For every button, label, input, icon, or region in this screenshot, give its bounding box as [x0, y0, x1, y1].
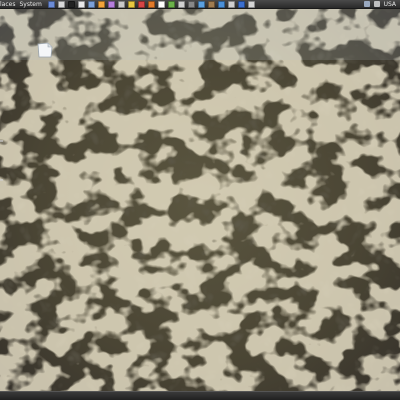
- image-viewer-icon[interactable]: [117, 0, 125, 8]
- screenshot-icon[interactable]: [227, 0, 235, 8]
- system-tray: USA: [360, 0, 400, 9]
- calendar-icon[interactable]: [157, 0, 165, 8]
- help-icon[interactable]: [217, 0, 225, 8]
- bluetooth-icon[interactable]: [237, 0, 245, 8]
- desktop-wallpaper: [0, 0, 400, 400]
- download-icon[interactable]: [197, 0, 205, 8]
- top-panel: laces System USA: [0, 0, 400, 9]
- keyboard-layout-indicator[interactable]: USA: [384, 0, 396, 9]
- office-icon[interactable]: [127, 0, 135, 8]
- power-icon[interactable]: [247, 0, 255, 8]
- text-editor-icon[interactable]: [77, 0, 85, 8]
- vault-icon[interactable]: [207, 0, 215, 8]
- edge-mark: [0, 179, 3, 181]
- system-menu[interactable]: System: [19, 0, 41, 9]
- edge-mark: [0, 140, 3, 142]
- file-manager-icon[interactable]: [87, 0, 95, 8]
- network-icon[interactable]: [363, 1, 370, 7]
- terminal-icon[interactable]: [67, 0, 75, 8]
- mail-icon[interactable]: [57, 0, 65, 8]
- bottom-panel: [0, 391, 400, 400]
- package-icon[interactable]: [187, 0, 195, 8]
- chat-icon[interactable]: [97, 0, 105, 8]
- presentation-icon[interactable]: [177, 0, 185, 8]
- volume-icon[interactable]: [373, 1, 380, 7]
- web-browser-icon[interactable]: [47, 0, 55, 8]
- music-icon[interactable]: [147, 0, 155, 8]
- media-player-icon[interactable]: [107, 0, 115, 8]
- places-menu[interactable]: laces: [0, 0, 15, 9]
- spreadsheet-icon[interactable]: [167, 0, 175, 8]
- launcher-bar: [47, 0, 258, 8]
- settings-icon[interactable]: [137, 0, 145, 8]
- document-icon[interactable]: [36, 42, 54, 58]
- trash-icon[interactable]: [384, 393, 394, 399]
